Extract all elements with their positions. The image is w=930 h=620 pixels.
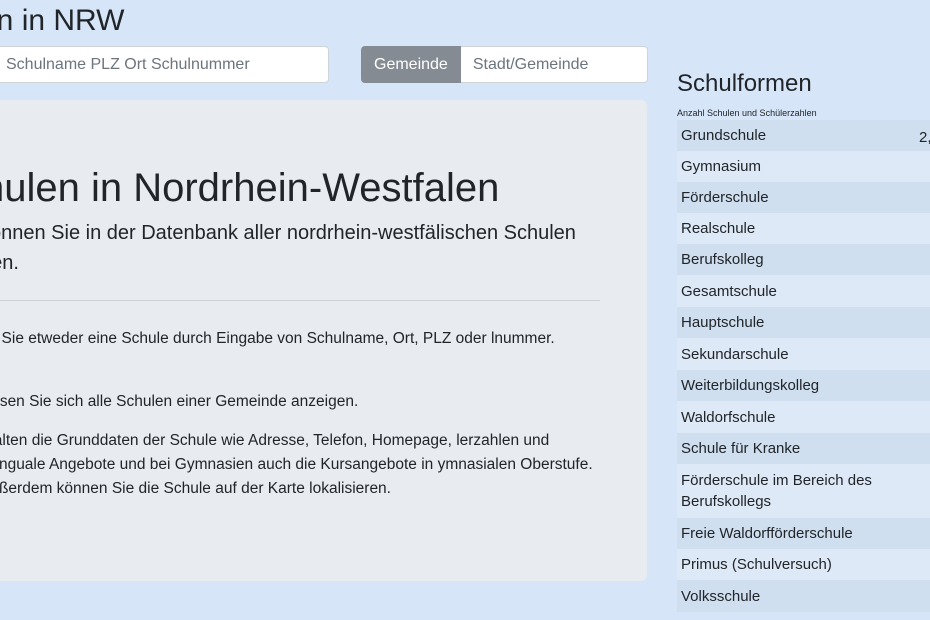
school-type-name: Freie Waldorfförderschule (681, 525, 853, 542)
school-type-item[interactable]: Primus (Schulversuch) (677, 549, 930, 580)
school-type-name: Berufskolleg (681, 251, 764, 268)
school-type-name: Hauptschule (681, 314, 765, 331)
school-type-name: Volksschule (681, 587, 761, 605)
school-type-item[interactable]: Berufskolleg (677, 244, 930, 275)
school-type-count: 2, (919, 129, 930, 146)
intro-paragraph-details: rhalten die Grunddaten der Schule wie Ad… (0, 432, 593, 497)
school-type-name: Gesamtschule (681, 282, 777, 300)
school-type-name: Gymnasium (681, 158, 762, 175)
school-search-input[interactable] (0, 46, 329, 83)
school-type-list: Grundschule 2, Gymnasium Förderschule Rea… (677, 120, 930, 612)
school-type-name: Waldorfschule (681, 408, 776, 426)
intro-paragraph-gemeinde: lassen Sie sich alle Schulen einer Gemei… (0, 393, 359, 410)
school-type-item[interactable]: Sekundarschule (677, 338, 930, 370)
school-type-name: Förderschule im Bereich des Berufskolleg… (681, 472, 872, 510)
school-type-item[interactable]: Schule für Kranke (677, 433, 930, 464)
school-type-name: Weiterbildungskolleg (681, 377, 820, 394)
intro-divider (0, 300, 600, 301)
school-type-name: Sekundarschule (681, 345, 789, 363)
gemeinde-label: Gemeinde (361, 46, 461, 83)
sidebar-subtitle: Anzahl Schulen und Schülerzahlen (677, 108, 817, 118)
school-type-item[interactable]: Gesamtschule (677, 275, 930, 307)
school-type-item[interactable]: Waldorfschule (677, 401, 930, 433)
intro-title: hulen in Nordrhein-Westfalen (0, 166, 500, 210)
school-type-item[interactable]: Volksschule (677, 580, 930, 612)
school-type-name: Förderschule (681, 189, 769, 206)
school-type-item[interactable]: Realschule (677, 213, 930, 244)
school-type-name: Grundschule (681, 127, 767, 144)
school-type-name: Realschule (681, 220, 756, 237)
gemeinde-search-group: Gemeinde (361, 46, 648, 83)
page-title: en in NRW (0, 4, 125, 37)
school-type-item[interactable]: Weiterbildungskolleg (677, 370, 930, 401)
school-type-item[interactable]: Grundschule 2, (677, 120, 930, 151)
sidebar-title: Schulformen (677, 70, 812, 97)
school-type-item[interactable]: Förderschule (677, 182, 930, 213)
intro-paragraph-search: en Sie etweder eine Schule durch Eingabe… (0, 330, 555, 347)
school-type-item[interactable]: Freie Waldorfförderschule (677, 518, 930, 549)
intro-lead: können Sie in der Datenbank aller nordrh… (0, 222, 576, 274)
school-type-item[interactable]: Hauptschule (677, 307, 930, 338)
gemeinde-input[interactable] (460, 46, 648, 83)
school-type-name: Primus (Schulversuch) (681, 556, 832, 573)
school-type-name: Schule für Kranke (681, 440, 801, 457)
school-type-item[interactable]: Förderschule im Bereich des Berufskolleg… (677, 464, 930, 518)
school-type-item[interactable]: Gymnasium (677, 151, 930, 182)
